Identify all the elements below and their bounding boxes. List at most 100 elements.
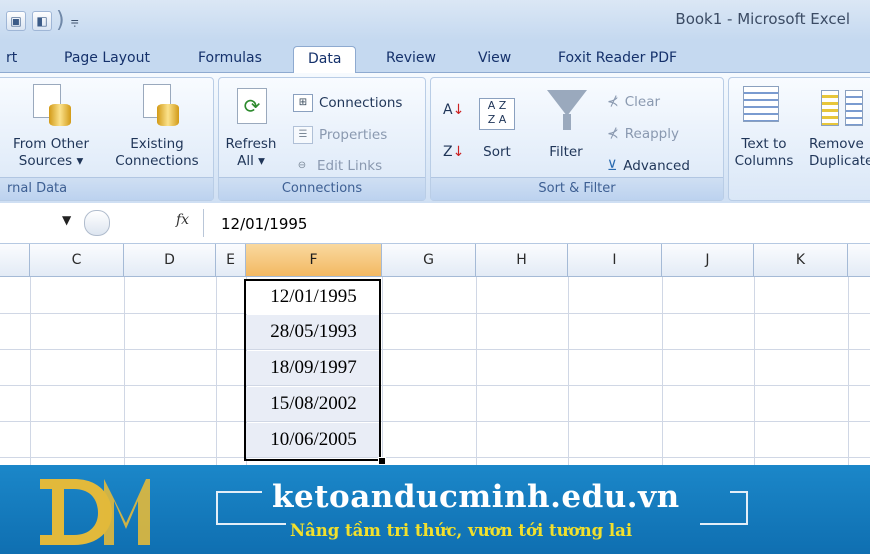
grid-line: [0, 385, 870, 386]
name-box[interactable]: ▼: [0, 210, 110, 236]
refresh-icon: ⟳: [237, 88, 267, 124]
cell-f-5[interactable]: 10/06/2005: [246, 423, 381, 457]
cell-f-3[interactable]: 18/09/1997: [246, 351, 381, 385]
column-header-c[interactable]: C: [30, 244, 124, 276]
filter-label: Filter: [549, 144, 583, 160]
worksheet-grid[interactable]: 12/01/1995 28/05/1993 18/09/1997 15/08/2…: [0, 277, 870, 465]
grid-line: [382, 277, 383, 465]
column-header-g[interactable]: G: [382, 244, 476, 276]
grid-line: [0, 349, 870, 350]
column-header-j[interactable]: J: [662, 244, 754, 276]
grid-line: [568, 277, 569, 465]
tab-insert[interactable]: rt: [6, 46, 17, 70]
remove-duplicates-icon: [821, 90, 839, 126]
text-to-columns-button[interactable]: Text to Columns: [729, 78, 799, 178]
sort-label: Sort: [483, 144, 511, 160]
ducminh-logo: [40, 479, 150, 545]
column-header-f[interactable]: F: [246, 244, 382, 276]
grid-line: [30, 277, 31, 465]
cell-f-2[interactable]: 28/05/1993: [246, 315, 381, 349]
remove-duplicates-icon-2: [845, 90, 863, 126]
sort-descending-button[interactable]: Z↓: [443, 144, 464, 160]
grid-line: [754, 277, 755, 465]
brand-tagline: Nâng tầm tri thức, vươn tới tương lai: [290, 521, 633, 540]
edit-links-button[interactable]: ⊖ Edit Links: [293, 158, 382, 174]
banner-rule: [216, 523, 286, 525]
formula-bar-divider: [203, 209, 204, 237]
advanced-button[interactable]: ⊻ Advanced: [607, 158, 690, 174]
sort-button[interactable]: A ZZ A Sort: [475, 78, 527, 178]
group-data-tools: Text to Columns Remove Duplicates: [728, 77, 870, 201]
filter-button[interactable]: Filter: [535, 78, 597, 178]
refresh-all-button[interactable]: ⟳ Refresh All ▾: [219, 78, 283, 178]
title-bar: ▣ ◧ ) ⩦ Book1 - Microsoft Excel: [0, 0, 870, 41]
column-header-h[interactable]: H: [476, 244, 568, 276]
group-get-external-data: From Other Sources ▾ Existing Connection…: [0, 77, 214, 201]
group-label-sort-filter: Sort & Filter: [431, 177, 723, 200]
name-box-dropdown-icon[interactable]: ▼: [62, 213, 71, 227]
filter-funnel-icon: [547, 90, 587, 116]
refresh-all-label: Refresh All ▾: [225, 136, 277, 169]
sort-icon: A ZZ A: [479, 98, 515, 130]
connections-icon: ⊞: [293, 94, 313, 112]
banner-rule: [216, 491, 218, 525]
clear-button[interactable]: ⊀ Clear: [607, 94, 660, 110]
column-header-l[interactable]: [848, 244, 870, 276]
save-icon[interactable]: ▣: [6, 10, 26, 31]
cell-f-1[interactable]: 12/01/1995: [246, 280, 381, 314]
group-label-external-data: rnal Data: [0, 177, 213, 200]
print-preview-icon[interactable]: ◧: [32, 10, 52, 31]
text-to-columns-label: Text to Columns: [734, 136, 794, 169]
group-label-connections: Connections: [219, 177, 425, 200]
tab-page-layout[interactable]: Page Layout: [64, 46, 150, 70]
group-connections: ⟳ Refresh All ▾ ⊞ Connections ☰ Properti…: [218, 77, 426, 201]
properties-icon: ☰: [293, 126, 313, 144]
properties-button[interactable]: ☰ Properties: [293, 126, 387, 144]
banner-rule: [216, 491, 262, 493]
sort-ascending-button[interactable]: A↓: [443, 102, 464, 118]
tab-review[interactable]: Review: [386, 46, 436, 70]
grid-line: [848, 277, 849, 465]
advanced-filter-icon: ⊻: [607, 158, 618, 174]
grid-line: [662, 277, 663, 465]
select-all-corner[interactable]: [0, 244, 30, 276]
quick-access-toolbar: ▣ ◧ ) ⩦: [6, 8, 79, 33]
reapply-icon: ⊀: [607, 126, 619, 142]
column-headers: C D E F G H I J K: [0, 244, 870, 277]
formula-input[interactable]: 12/01/1995: [221, 215, 307, 233]
link-icon: ⊖: [297, 160, 307, 171]
formula-bar: ▼ fx 12/01/1995: [0, 203, 870, 244]
ribbon: From Other Sources ▾ Existing Connection…: [0, 73, 870, 204]
column-header-k[interactable]: K: [754, 244, 848, 276]
database-icon: [49, 104, 71, 126]
tab-view[interactable]: View: [478, 46, 511, 70]
customize-qat-icon[interactable]: ⩦: [71, 13, 79, 29]
grid-line: [0, 421, 870, 422]
cell-f-4[interactable]: 15/08/2002: [246, 387, 381, 421]
grid-line: [0, 457, 870, 458]
grid-line: [124, 277, 125, 465]
tab-data[interactable]: Data: [293, 46, 357, 73]
grid-line: [476, 277, 477, 465]
fill-handle[interactable]: [378, 457, 386, 465]
brand-url: ketoanducminh.edu.vn: [272, 479, 680, 515]
ribbon-tabs: rt Page Layout Formulas Data Review View…: [0, 40, 870, 73]
column-header-d[interactable]: D: [124, 244, 216, 276]
remove-duplicates-button[interactable]: Remove Duplicates: [801, 78, 870, 178]
text-to-columns-icon: [743, 86, 779, 122]
grid-line: [216, 277, 217, 465]
qat-separator: ): [56, 8, 65, 33]
remove-duplicates-label: Remove Duplicates: [809, 136, 870, 169]
connections-button[interactable]: ⊞ Connections: [293, 94, 402, 112]
existing-connections-button[interactable]: Existing Connections: [105, 78, 209, 178]
banner-rule: [700, 523, 748, 525]
insert-function-icon[interactable]: fx: [176, 212, 189, 228]
from-other-sources-label: From Other Sources ▾: [12, 136, 90, 169]
name-box-resize-handle[interactable]: [84, 210, 110, 236]
from-other-sources-button[interactable]: From Other Sources ▾: [0, 78, 105, 178]
tab-foxit-reader-pdf[interactable]: Foxit Reader PDF: [558, 46, 677, 70]
column-header-e[interactable]: E: [216, 244, 246, 276]
tab-formulas[interactable]: Formulas: [198, 46, 262, 70]
reapply-button[interactable]: ⊀ Reapply: [607, 126, 679, 142]
column-header-i[interactable]: I: [568, 244, 662, 276]
